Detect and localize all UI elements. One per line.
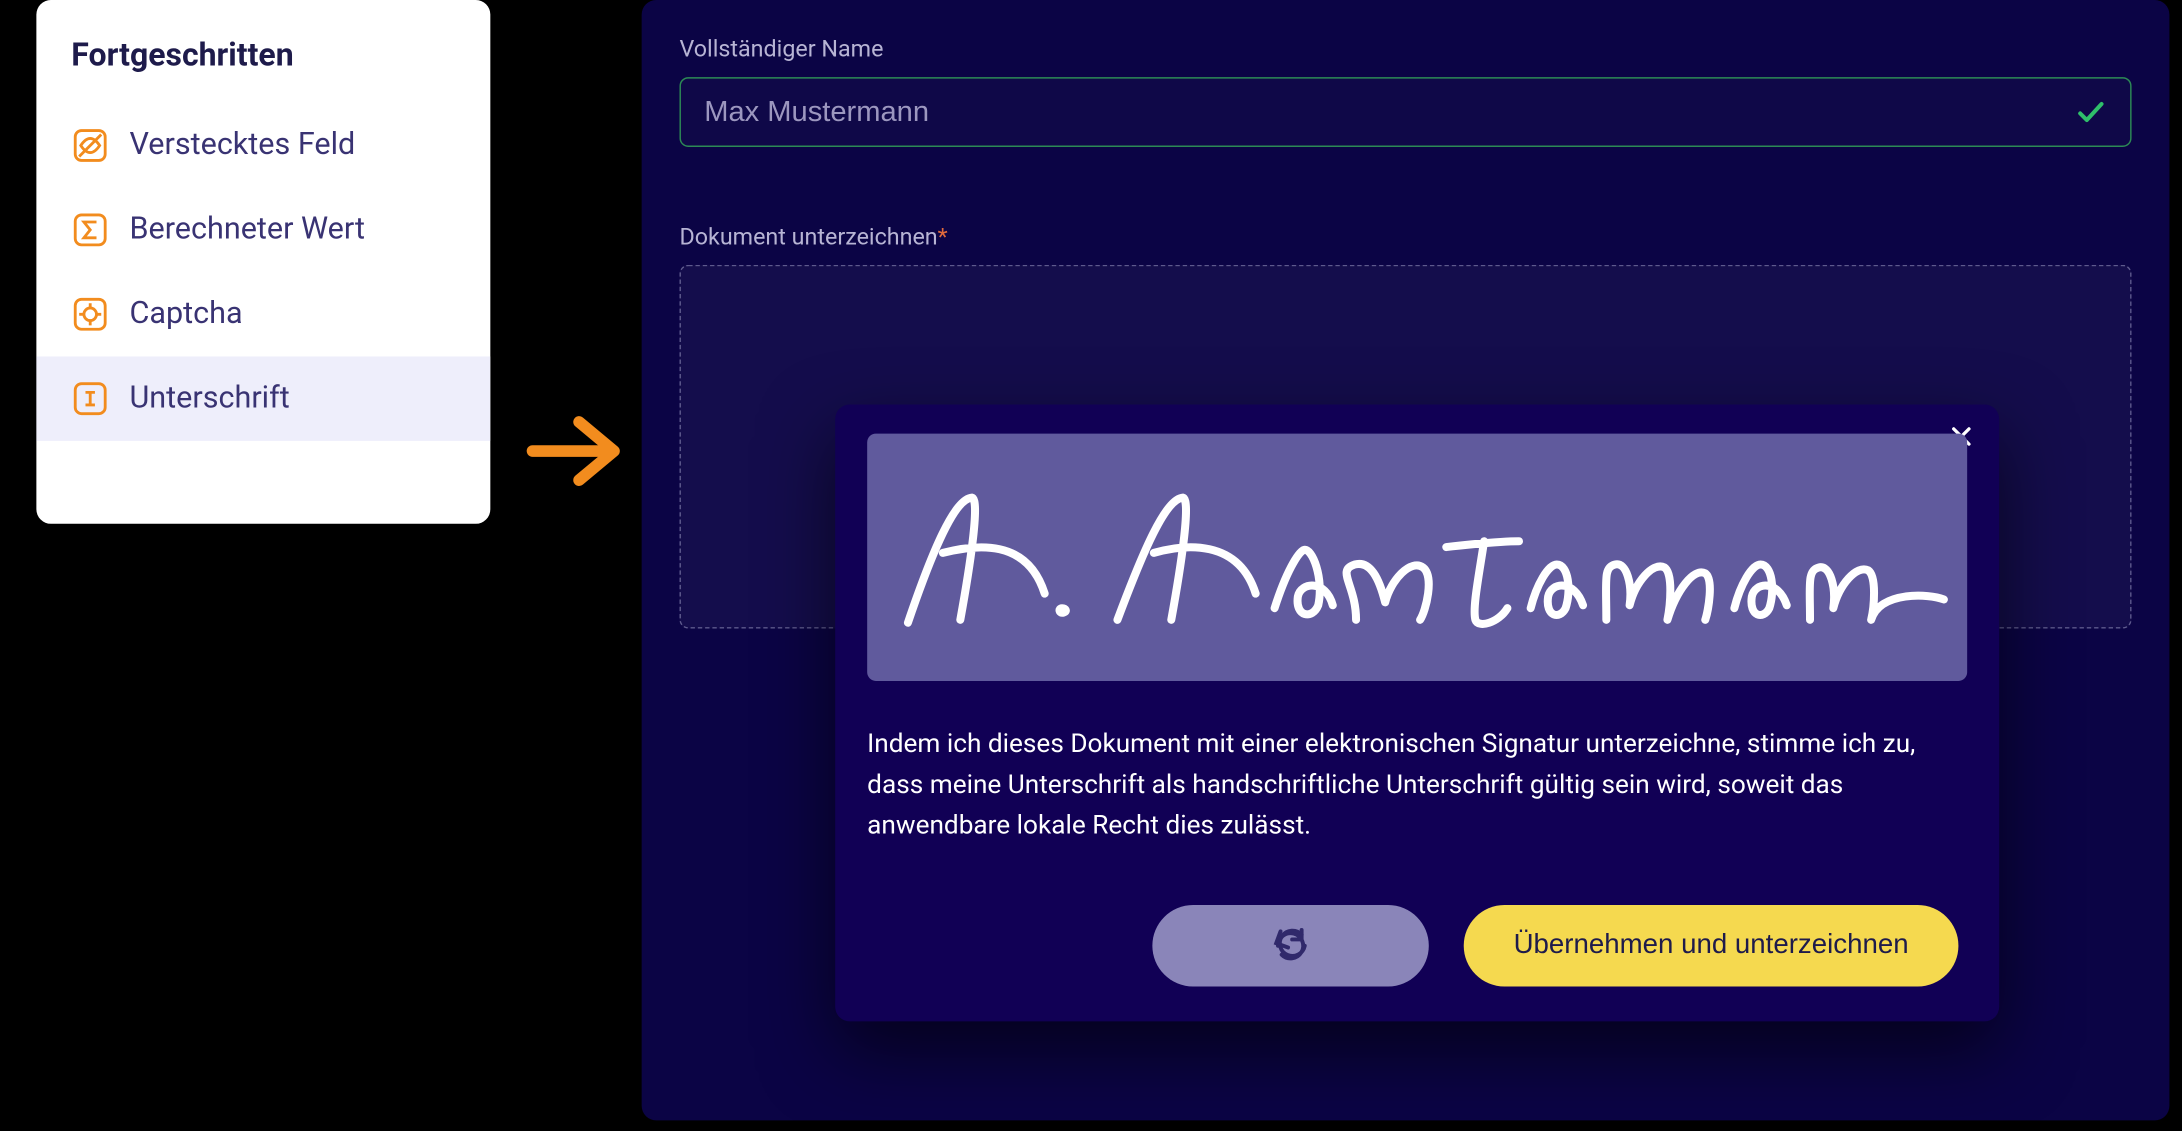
apply-sign-button[interactable]: Übernehmen und unterzeichnen xyxy=(1464,905,1959,986)
checkmark-icon xyxy=(2075,96,2107,128)
sidebar-heading: Fortgeschritten xyxy=(36,38,490,103)
signature-icon xyxy=(71,380,109,418)
signature-stroke xyxy=(867,434,1967,681)
full-name-input[interactable] xyxy=(704,95,2060,128)
hidden-icon xyxy=(71,127,109,165)
full-name-label: Vollständiger Name xyxy=(679,35,2131,63)
signature-form-panel: Vollständiger Name Dokument unterzeichne… xyxy=(642,0,2170,1120)
arrow-right-icon xyxy=(524,407,626,494)
consent-text: Indem ich dieses Dokument mit einer elek… xyxy=(867,725,1967,847)
signature-actions: Übernehmen und unterzeichnen xyxy=(867,905,1967,986)
sidebar-item-label: Unterschrift xyxy=(129,381,289,416)
sidebar-item-label: Captcha xyxy=(129,297,242,332)
sidebar-item-signature[interactable]: Unterschrift xyxy=(36,356,490,440)
full-name-input-wrap[interactable] xyxy=(679,77,2131,147)
required-marker: * xyxy=(938,223,948,251)
signature-modal: Indem ich dieses Dokument mit einer elek… xyxy=(835,404,1999,1020)
sidebar-item-calculated-value[interactable]: Berechneter Wert xyxy=(36,188,490,272)
sigma-icon xyxy=(71,211,109,249)
sidebar-item-hidden-field[interactable]: Verstecktes Feld xyxy=(36,103,490,187)
refresh-icon xyxy=(1272,926,1310,964)
sidebar-item-label: Berechneter Wert xyxy=(129,212,365,247)
sign-document-label: Dokument unterzeichnen* xyxy=(679,223,2131,251)
target-icon xyxy=(71,295,109,333)
advanced-fields-panel: Fortgeschritten Verstecktes Feld Berechn… xyxy=(36,0,490,524)
sign-document-label-text: Dokument unterzeichnen xyxy=(679,223,937,251)
reset-signature-button[interactable] xyxy=(1152,905,1428,986)
sidebar-item-captcha[interactable]: Captcha xyxy=(36,272,490,356)
sidebar-item-label: Verstecktes Feld xyxy=(129,128,355,163)
signature-pad[interactable] xyxy=(867,434,1967,681)
